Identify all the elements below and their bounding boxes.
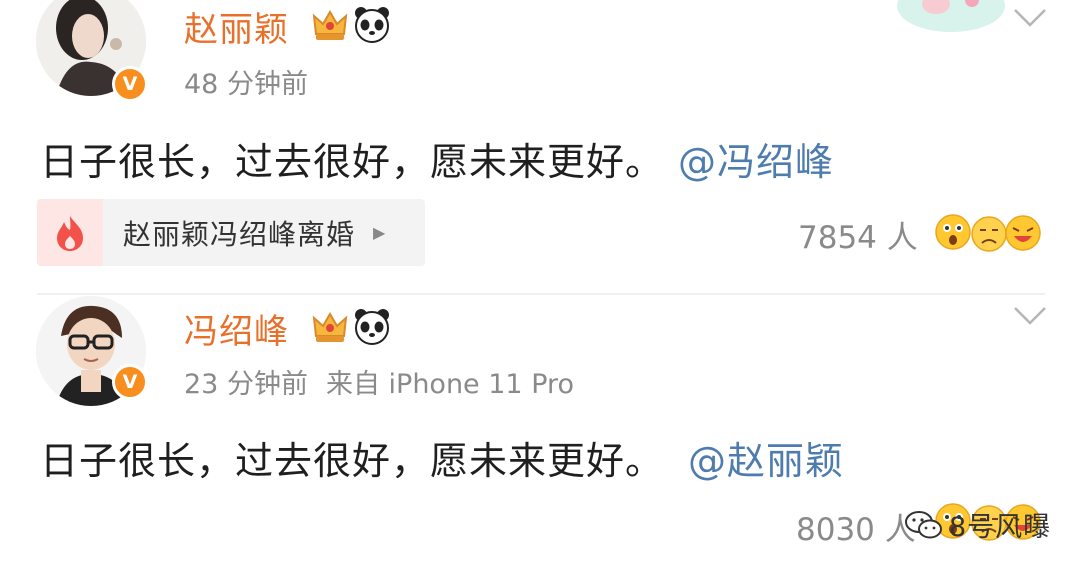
post-meta: 48 分钟前 [184,62,308,101]
topic-card[interactable]: 赵丽颖冯绍峰离婚 ▶ [37,199,425,266]
watermark-text: 8号风曝 [949,512,1052,543]
mention-link[interactable]: @赵丽颖 [688,439,844,483]
post-content: 日子很长，过去很好，愿未来更好。 @冯绍峰 [40,131,834,186]
reaction-count[interactable]: 7854 人 [798,212,918,257]
weibo-post-zhaoliying: V 赵丽颖 48 分钟前 日子很长，过去很好，愿未来更好。 @冯绍峰 赵丽颖冯绍峰… [0,0,1080,290]
chevron-down-icon[interactable] [1012,6,1048,30]
topic-arrow-icon: ▶ [373,223,386,242]
panda-icon [355,309,389,345]
post-divider [37,293,1045,295]
surprised-emoji-icon [935,214,971,250]
post-time: 48 分钟前 [184,69,308,100]
topic-label: 赵丽颖冯绍峰离婚 [123,217,356,251]
crown-icon [312,10,348,40]
chevron-down-icon[interactable] [1012,304,1048,328]
verified-v-badge-icon: V [112,66,148,102]
panda-icon [355,7,389,43]
verified-v-badge-icon: V [112,364,148,400]
post-content: 日子很长，过去很好，愿未来更好。 @赵丽颖 [40,430,844,485]
post-meta: 23 分钟前 来自 iPhone 11 Pro [184,362,574,401]
wechat-icon [905,510,942,538]
fire-icon [57,215,83,251]
author-name[interactable]: 冯绍峰 [184,304,289,353]
post-source: 来自 iPhone 11 Pro [325,369,575,400]
laugh-emoji-icon [1005,215,1041,251]
watermark: 8号风曝 [905,505,1051,544]
mention-link[interactable]: @冯绍峰 [678,140,834,184]
decoration-sticker [897,0,1005,32]
sad-emoji-icon [971,216,1007,252]
author-name[interactable]: 赵丽颖 [184,2,289,51]
post-text: 日子很长，过去很好，愿未来更好。 [40,140,665,184]
topic-icon-box [37,199,103,266]
post-text: 日子很长，过去很好，愿未来更好。 [40,439,665,483]
reaction-count[interactable]: 8030 人 [796,504,916,549]
post-time: 23 分钟前 [184,369,308,400]
crown-icon [312,312,348,342]
